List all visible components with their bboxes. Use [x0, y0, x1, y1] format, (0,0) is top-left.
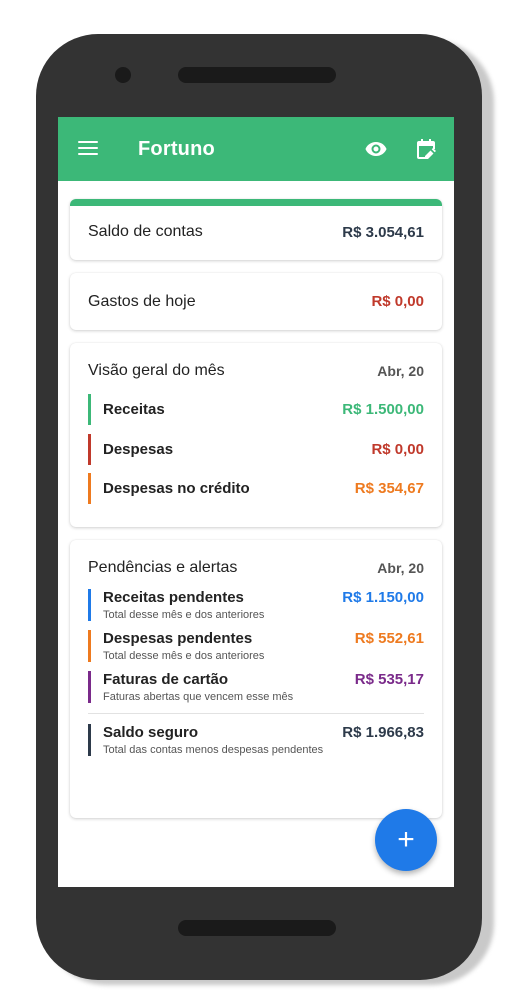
pendencia-item[interactable]: Despesas pendentes R$ 552,61 Total desse…	[88, 630, 424, 662]
pendencia-label: Despesas pendentes	[103, 630, 253, 647]
eye-icon[interactable]	[364, 137, 388, 161]
pendencia-item[interactable]: Receitas pendentes R$ 1.150,00 Total des…	[88, 589, 424, 621]
saldo-card[interactable]: Saldo de contas R$ 3.054,61	[70, 199, 442, 260]
pendencia-subtitle: Faturas abertas que vencem esse mês	[103, 691, 294, 703]
add-button[interactable]: +	[375, 809, 437, 871]
visao-item-amount: R$ 354,67	[354, 480, 424, 497]
speaker-grille	[178, 67, 336, 83]
calendar-edit-icon[interactable]	[414, 137, 438, 161]
saldo-seguro-label: Saldo seguro	[103, 724, 199, 741]
pendencia-subtitle: Total desse mês e dos anteriores	[103, 650, 265, 662]
visao-item-label: Receitas	[103, 401, 165, 418]
pendencia-subtitle: Total desse mês e dos anteriores	[103, 609, 265, 621]
pendencias-title: Pendências e alertas	[88, 559, 238, 576]
saldo-label: Saldo de contas	[88, 223, 203, 240]
camera-icon	[115, 67, 131, 83]
bottom-speaker	[178, 920, 336, 936]
app-title: Fortuno	[138, 137, 215, 160]
pendencias-date: Abr, 20	[377, 560, 424, 576]
menu-icon[interactable]	[78, 139, 104, 159]
saldo-seguro-amount: R$ 1.966,83	[342, 724, 424, 741]
app-screen: Fortuno Saldo de contas R$ 3.054,61 Gast…	[58, 117, 454, 887]
pendencia-label: Faturas de cartão	[103, 671, 229, 688]
visao-item-amount: R$ 1.500,00	[342, 401, 424, 418]
saldo-seguro-subtitle: Total das contas menos despesas pendente…	[103, 744, 324, 756]
pendencias-card[interactable]: Pendências e alertas Abr, 20 Receitas pe…	[70, 540, 442, 818]
saldo-seguro-item[interactable]: Saldo seguro R$ 1.966,83 Total das conta…	[88, 724, 424, 756]
visao-date: Abr, 20	[377, 363, 424, 379]
saldo-amount: R$ 3.054,61	[342, 223, 424, 241]
visao-item-amount: R$ 0,00	[371, 441, 424, 458]
pendencia-amount: R$ 535,17	[354, 671, 424, 688]
app-bar-actions	[364, 137, 438, 161]
visao-item-label: Despesas	[103, 441, 174, 458]
card-accent	[70, 199, 442, 206]
visao-title: Visão geral do mês	[88, 362, 225, 379]
pendencia-label: Receitas pendentes	[103, 589, 244, 606]
visao-item[interactable]: Despesas R$ 0,00	[88, 434, 424, 465]
gastos-label: Gastos de hoje	[88, 292, 196, 310]
plus-icon: +	[397, 823, 415, 856]
app-bar: Fortuno	[58, 117, 454, 181]
gastos-card[interactable]: Gastos de hoje R$ 0,00	[70, 273, 442, 330]
visao-item-label: Despesas no crédito	[103, 480, 250, 497]
dashboard-content: Saldo de contas R$ 3.054,61 Gastos de ho…	[70, 199, 442, 831]
divider	[88, 713, 424, 714]
gastos-amount: R$ 0,00	[371, 293, 424, 310]
visao-card[interactable]: Visão geral do mês Abr, 20 Receitas R$ 1…	[70, 343, 442, 527]
visao-item[interactable]: Despesas no crédito R$ 354,67	[88, 473, 424, 504]
pendencia-amount: R$ 552,61	[354, 630, 424, 647]
pendencia-amount: R$ 1.150,00	[342, 589, 424, 606]
visao-item[interactable]: Receitas R$ 1.500,00	[88, 394, 424, 425]
pendencia-item[interactable]: Faturas de cartão R$ 535,17 Faturas aber…	[88, 671, 424, 703]
